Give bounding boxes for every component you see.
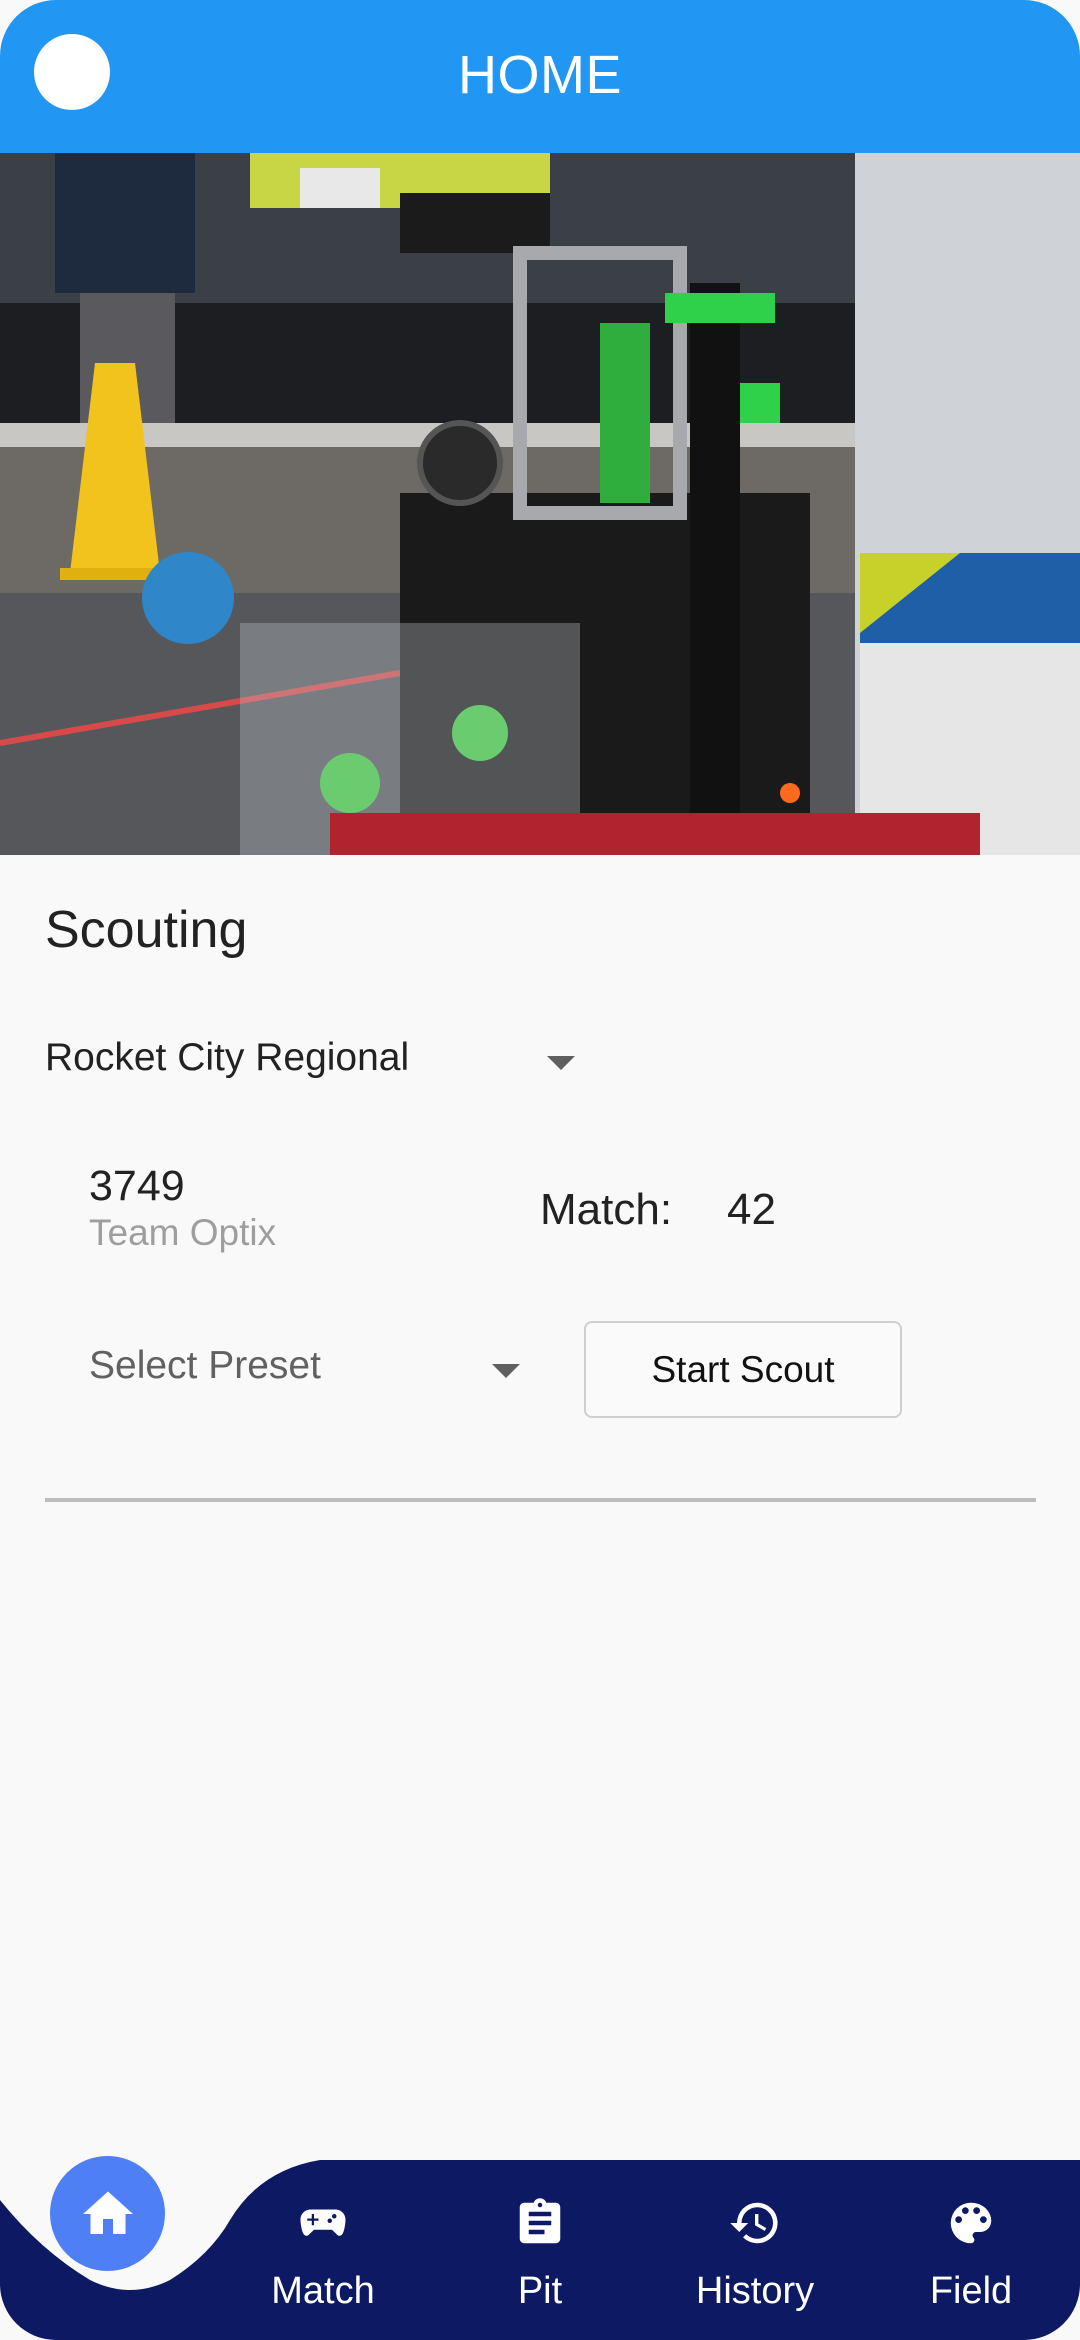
hero-image	[0, 153, 1080, 855]
preset-placeholder: Select Preset	[89, 1344, 321, 1387]
event-value: Rocket City Regional	[45, 1036, 410, 1079]
team-name: Team Optix	[89, 1212, 277, 1253]
nav-item-pit[interactable]: Pit	[450, 2196, 630, 2313]
gamepad-icon	[300, 2209, 346, 2236]
nav-item-label: Pit	[517, 2270, 563, 2312]
match-label: Match:	[540, 1185, 673, 1234]
home-icon	[82, 2191, 133, 2234]
team-number: 3749	[89, 1162, 185, 1210]
nav-item-label: History	[695, 2270, 815, 2312]
section-title: Scouting	[45, 901, 248, 959]
nav-item-label: Field	[929, 2270, 1013, 2312]
nav-item-label: Match	[271, 2270, 375, 2312]
nav-item-match[interactable]: Match	[233, 2196, 413, 2313]
nav-item-field[interactable]: Field	[881, 2196, 1061, 2313]
palette-icon	[950, 2202, 992, 2244]
app-bar: HOME	[0, 0, 1080, 153]
chevron-down-icon	[492, 1364, 520, 1378]
preset-dropdown[interactable]: Select Preset	[89, 1344, 529, 1394]
section-divider	[45, 1498, 1036, 1502]
chevron-down-icon	[547, 1056, 575, 1070]
history-icon	[730, 2202, 778, 2244]
nav-item-history[interactable]: History	[665, 2196, 845, 2313]
home-button[interactable]	[50, 2156, 165, 2271]
event-dropdown[interactable]: Rocket City Regional	[45, 1036, 585, 1086]
start-scout-button[interactable]: Start Scout	[584, 1321, 902, 1418]
page-title: HOME	[458, 45, 622, 105]
app-screen: HOME Scouting Rocket City Regional 3749 …	[0, 0, 1080, 2340]
clipboard-icon	[519, 2198, 561, 2244]
match-number[interactable]: 42	[727, 1185, 776, 1235]
